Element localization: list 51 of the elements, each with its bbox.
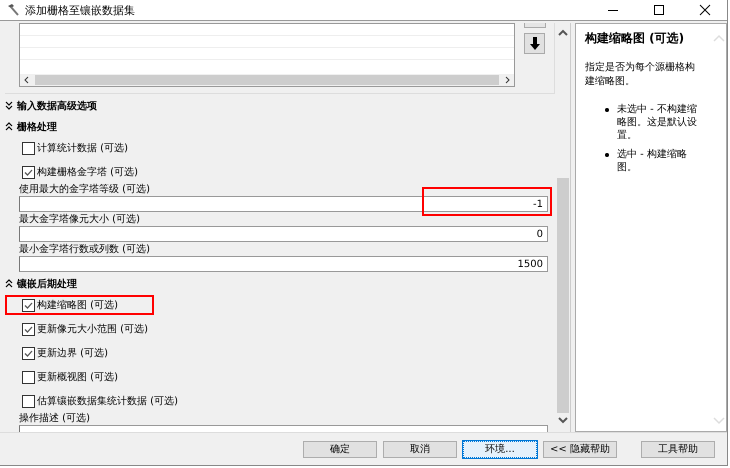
section-heading[interactable]: 镶嵌后期处理 [17, 276, 77, 290]
dialog-button[interactable]: << 隐藏帮助 [543, 440, 617, 458]
field-label: 使用最大的金字塔等级 (可选) [19, 184, 151, 196]
scroll-down-icon[interactable] [558, 416, 568, 424]
chevron-icon[interactable] [5, 279, 13, 288]
field-value: 1500 [518, 258, 543, 270]
section-heading[interactable]: 栅格处理 [17, 120, 57, 134]
checkbox-label[interactable]: 计算统计数据 (可选) [37, 141, 128, 155]
dialog-button[interactable]: 工具帮助 [641, 440, 715, 458]
checkbox-label[interactable]: 构建栅格金字塔 (可选) [37, 165, 138, 179]
window-title: 添加栅格至镶嵌数据集 [25, 2, 135, 18]
checkbox-label[interactable]: 更新像元大小范围 (可选) [37, 322, 148, 336]
checkbox-label[interactable]: 构建缩略图 (可选) [37, 298, 118, 312]
field-label: 最小金字塔行数或列数 (可选) [19, 244, 151, 256]
field-label: 操作描述 (可选) [19, 413, 91, 425]
checkbox-label[interactable]: 更新边界 (可选) [37, 346, 108, 360]
input-field[interactable]: 0 [19, 226, 548, 242]
scroll-up-icon[interactable] [558, 29, 568, 37]
field-value: -1 [533, 198, 543, 210]
scrollbar-thumb[interactable] [557, 178, 569, 413]
chevron-icon[interactable] [5, 122, 13, 131]
help-text: 指定是否为每个源栅格构建缩略图。 [585, 61, 696, 89]
field-label: 最大金字塔像元大小 (可选) [19, 214, 141, 226]
checkbox[interactable] [22, 370, 35, 384]
input-field[interactable]: -1 [19, 196, 548, 212]
bullet-icon [605, 153, 609, 157]
checkbox[interactable] [22, 322, 35, 336]
checkbox[interactable] [22, 394, 35, 408]
arrow-down-icon [528, 37, 540, 50]
checkbox-label[interactable]: 更新概视图 (可选) [37, 370, 118, 384]
dialog-button[interactable]: 确定 [303, 440, 377, 458]
dialog-button[interactable]: 环境... [463, 440, 537, 458]
input-field[interactable]: 1500 [19, 256, 548, 272]
checkbox[interactable] [22, 298, 35, 312]
help-bullet-text: 选中 - 构建缩略图。 [617, 148, 688, 174]
hammer-icon [6, 3, 20, 17]
scrollbar-thumb[interactable] [35, 75, 499, 85]
checkbox[interactable] [22, 346, 35, 360]
maximize-icon[interactable] [653, 4, 665, 16]
checkbox[interactable] [22, 166, 35, 178]
help-bullet-text: 未选中 - 不构建缩略图。这是默认设置。 [617, 103, 698, 142]
checkbox-label[interactable]: 估算镶嵌数据集统计数据 (可选) [37, 394, 178, 408]
move-down-button[interactable] [524, 33, 545, 54]
close-icon[interactable] [699, 4, 711, 16]
chevron-icon[interactable] [5, 101, 13, 110]
checkbox[interactable] [22, 142, 35, 154]
section-heading[interactable]: 输入数据高级选项 [17, 98, 97, 112]
bullet-icon [605, 108, 609, 112]
help-title: 构建缩略图 (可选) [585, 30, 686, 47]
field-value: 0 [536, 228, 543, 240]
dialog-button[interactable]: 取消 [383, 440, 457, 458]
